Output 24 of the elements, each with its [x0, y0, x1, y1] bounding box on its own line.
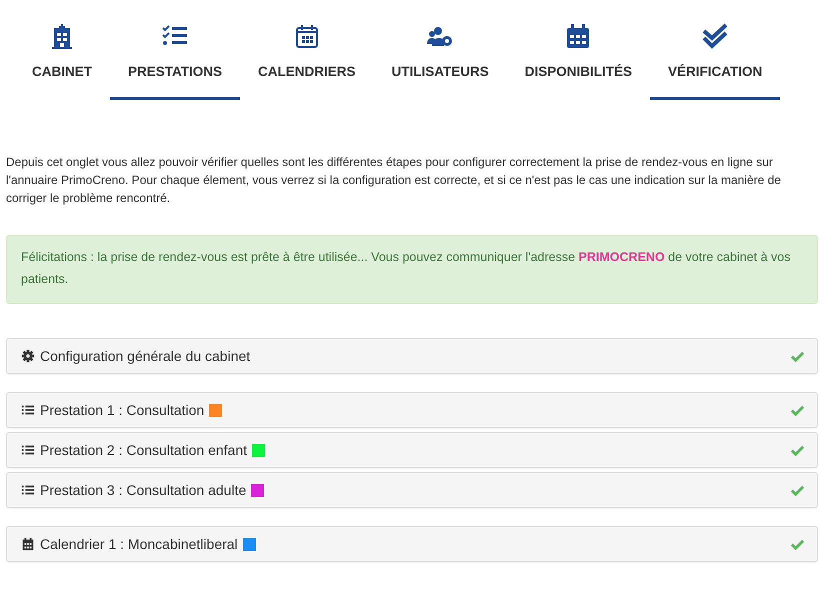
- panel-title: Prestation 3 : Consultation adulte: [40, 482, 246, 498]
- success-alert: Félicitations : la prise de rendez-vous est prête à être utilisée... Vous pouvez communiquer l'adresse PRIMOCRENO de votre cabinet à vos patients.: [6, 235, 818, 304]
- list-icon: [21, 403, 35, 417]
- nav-tab[interactable]: VÉRIFICATION: [650, 22, 780, 100]
- panel-title: Prestation 1 : Consultation: [40, 402, 204, 418]
- check-panel[interactable]: Prestation 3 : Consultation adulte: [6, 472, 818, 508]
- panel-title: Calendrier 1 : Moncabinetliberal: [40, 536, 238, 552]
- settings-icon: [21, 349, 35, 363]
- check-panel[interactable]: Configuration générale du cabinet: [6, 338, 818, 374]
- double-check-icon: [701, 22, 730, 50]
- list-icon: [21, 483, 35, 497]
- nav-tab[interactable]: CALENDRIERS: [240, 22, 374, 100]
- nav-tab[interactable]: PRESTATIONS: [110, 22, 240, 100]
- panel-title: Configuration générale du cabinet: [40, 348, 250, 364]
- intro-text: Depuis cet onglet vous allez pouvoir vérifier quelles sont les différentes étapes pour configurer correctement la prise de rendez-vous en ligne sur l'annuaire PrimoCreno. Pour chaque élement, vous verrez si la configuration est correcte, et si ce n'est pas le cas une indication sur la manière de corriger le problème rencontré.: [6, 154, 782, 207]
- nav-tab[interactable]: UTILISATEURS: [374, 22, 507, 100]
- panel-title: Prestation 2 : Consultation enfant: [40, 442, 248, 458]
- check-panel[interactable]: Prestation 2 : Consultation enfant: [6, 432, 818, 468]
- list-icon: [21, 443, 35, 457]
- nav-tab[interactable]: DISPONIBILITÉS: [506, 22, 650, 100]
- check-panel[interactable]: Calendrier 1 : Moncabinetliberal: [6, 526, 818, 562]
- calendar-icon: [21, 537, 35, 551]
- nav-tab[interactable]: CABINET: [14, 22, 110, 100]
- check-panel[interactable]: Prestation 1 : Consultation: [6, 392, 818, 428]
